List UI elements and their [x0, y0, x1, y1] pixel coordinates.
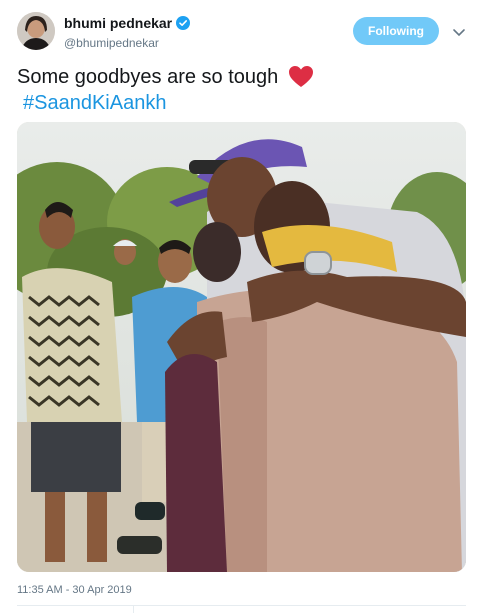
divider — [17, 605, 466, 606]
following-button[interactable]: Following — [353, 17, 439, 45]
avatar[interactable] — [17, 12, 55, 50]
tweet-body: Some goodbyes are so tough — [17, 66, 279, 88]
divider-tick — [133, 605, 134, 613]
author-block: bhumi pednekar @bhumipednekar — [64, 14, 191, 50]
tweet-timestamp[interactable]: 11:35 AM - 30 Apr 2019 — [17, 584, 132, 596]
user-handle[interactable]: @bhumipednekar — [64, 36, 190, 50]
tweet-card: bhumi pednekar @bhumipednekar Following … — [0, 0, 487, 613]
chevron-down-icon[interactable] — [452, 25, 466, 37]
hashtag-link[interactable]: #SaandKiAankh — [23, 90, 166, 116]
red-heart-icon — [288, 65, 314, 89]
tweet-text: Some goodbyes are so tough #SaandKiAankh — [17, 64, 314, 116]
verified-badge-icon — [176, 16, 191, 30]
display-name[interactable]: bhumi pednekar — [64, 15, 172, 31]
tweet-photo[interactable] — [17, 122, 466, 572]
